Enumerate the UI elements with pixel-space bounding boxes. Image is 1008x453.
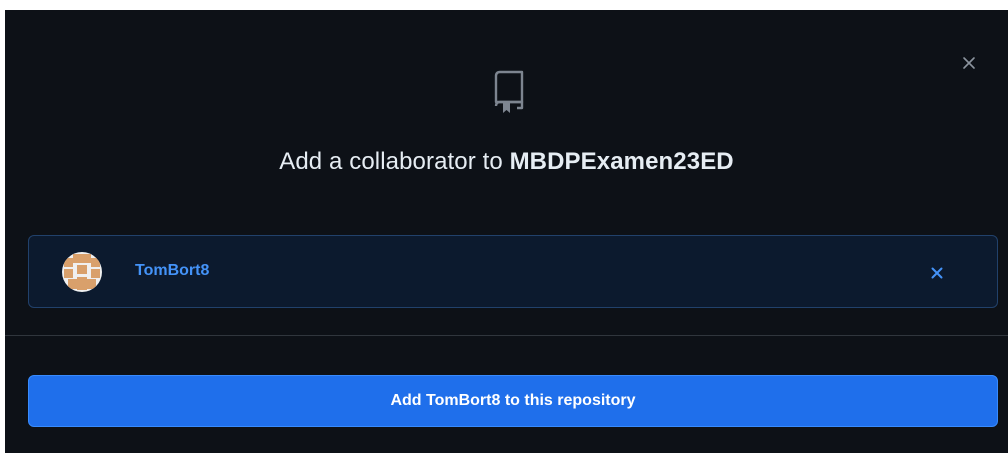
add-collaborator-dialog: Add a collaborator to MBDPExamen23ED Tom… [5, 10, 1008, 453]
selected-username[interactable]: TomBort8 [135, 262, 209, 280]
close-dialog-button[interactable] [958, 52, 980, 74]
close-icon [931, 267, 943, 279]
repo-name: MBDPExamen23ED [509, 148, 734, 175]
dialog-title: Add a collaborator to MBDPExamen23ED [5, 148, 1008, 176]
window-top-edge [0, 0, 1008, 10]
identicon-avatar [62, 252, 102, 292]
user-avatar [62, 252, 102, 292]
add-collaborator-button[interactable]: Add TomBort8 to this repository [28, 375, 998, 427]
selected-user-card: TomBort8 [28, 235, 998, 308]
close-icon [963, 57, 975, 69]
divider [5, 335, 1008, 336]
repo-icon [494, 70, 524, 113]
dialog-title-prefix: Add a collaborator to [279, 148, 503, 175]
remove-user-button[interactable] [926, 262, 948, 284]
